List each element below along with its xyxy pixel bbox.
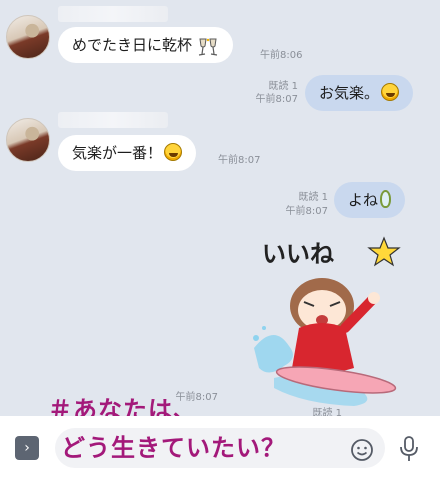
sticker-message[interactable]: いいね 既読 1	[244, 228, 404, 419]
message-text: よね	[348, 191, 379, 209]
balloon-icon	[380, 189, 392, 208]
cheers-icon	[197, 34, 219, 56]
sticker-text: いいね	[262, 240, 334, 268]
microphone-icon[interactable]	[398, 435, 420, 463]
star-icon	[367, 236, 401, 267]
expand-menu-button[interactable]: ›	[15, 436, 39, 460]
message-bubble-incoming[interactable]: 気楽が一番！	[58, 135, 197, 171]
message-input-bar: › どう生きていたい？	[0, 416, 440, 478]
avatar[interactable]	[6, 118, 50, 162]
message-time: 午前8:07	[285, 206, 328, 217]
read-receipt: 既読 1	[298, 192, 328, 203]
sender-name-blurred	[58, 6, 168, 22]
message-time: 午前8:07	[218, 155, 261, 166]
message-time: 午前8:07	[255, 94, 298, 105]
read-receipt: 既読 1	[268, 81, 298, 92]
chat-area[interactable]: めでたき日に乾杯 午前8:06 既読 1 午前8:07 お気楽。 気楽が一番！ …	[0, 0, 440, 424]
message-time: 午前8:06	[260, 50, 303, 61]
laughing-emoji-icon	[381, 82, 400, 101]
message-input-field[interactable]: どう生きていたい？	[55, 428, 385, 468]
message-text: お気楽。	[319, 84, 380, 102]
message-bubble-outgoing[interactable]: お気楽。	[305, 75, 414, 111]
message-bubble-incoming[interactable]: めでたき日に乾杯	[58, 27, 233, 63]
message-text: 気楽が一番！	[72, 144, 163, 162]
avatar[interactable]	[6, 15, 50, 59]
emoji-icon[interactable]	[350, 438, 374, 462]
message-text: めでたき日に乾杯	[72, 36, 193, 54]
sender-name-blurred	[58, 112, 168, 128]
message-bubble-outgoing[interactable]: よね	[334, 182, 406, 218]
laughing-emoji-icon	[164, 142, 183, 161]
